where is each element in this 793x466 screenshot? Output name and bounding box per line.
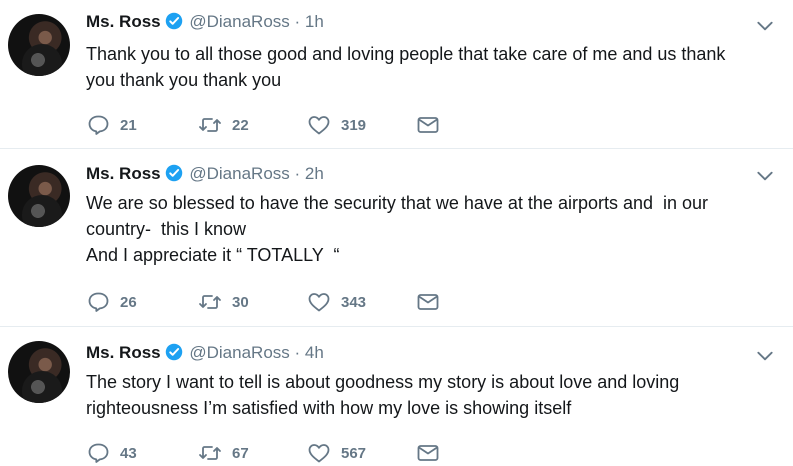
- timestamp[interactable]: 2h: [305, 164, 324, 183]
- retweet-count: 67: [232, 444, 249, 462]
- tweet[interactable]: Ms. Ross @DianaRoss · 4h The story I wan…: [0, 327, 793, 466]
- like-count: 343: [341, 293, 367, 311]
- tweet-text-line: The story I want to tell is about goodne…: [86, 372, 680, 392]
- retweet-count: 30: [232, 293, 249, 311]
- tweet-header: Ms. Ross @DianaRoss · 2h: [86, 164, 324, 184]
- tweet-text-line: We are so blessed to have the security t…: [86, 193, 709, 213]
- tweet-header: Ms. Ross @DianaRoss · 4h: [86, 343, 324, 363]
- reply-icon: [88, 115, 109, 135]
- retweet-icon: [199, 295, 221, 309]
- retweet-button[interactable]: 30: [198, 290, 249, 314]
- direct-message-button[interactable]: [416, 441, 450, 465]
- reply-icon: [88, 443, 109, 463]
- envelope-icon: [417, 294, 439, 310]
- tweet-feed: Ms. Ross @DianaRoss · 1h Thank you to al…: [0, 0, 793, 466]
- chevron-down-icon[interactable]: [755, 166, 775, 186]
- direct-message-button[interactable]: [416, 290, 450, 314]
- tweet-text-line: And I appreciate it “ TOTALLY “: [86, 245, 340, 265]
- envelope-icon: [417, 117, 439, 133]
- tweet[interactable]: Ms. Ross @DianaRoss · 1h Thank you to al…: [0, 0, 793, 149]
- retweet-button[interactable]: 22: [198, 113, 249, 137]
- direct-message-button[interactable]: [416, 113, 450, 137]
- chevron-down-icon[interactable]: [755, 16, 775, 36]
- author-handle[interactable]: @DianaRoss: [189, 12, 289, 31]
- reply-icon: [88, 292, 109, 312]
- tweet-text-line: righteousness I’m satisfied with how my …: [86, 398, 572, 418]
- like-count: 567: [341, 444, 367, 462]
- tweet-text-line: you thank you thank you: [86, 70, 282, 90]
- tweet[interactable]: Ms. Ross @DianaRoss · 2h We are so bless…: [0, 149, 793, 327]
- retweet-count: 22: [232, 116, 249, 134]
- heart-icon: [308, 293, 330, 312]
- tweet-header: Ms. Ross @DianaRoss · 1h: [86, 12, 324, 32]
- like-button[interactable]: 343: [307, 290, 366, 314]
- tweet-text: Thank you to all those good and loving p…: [86, 41, 776, 93]
- timestamp[interactable]: 4h: [305, 343, 324, 362]
- separator-dot: ·: [294, 12, 301, 31]
- retweet-icon: [199, 118, 221, 132]
- author-handle[interactable]: @DianaRoss: [189, 343, 289, 362]
- author-name[interactable]: Ms. Ross: [86, 343, 161, 362]
- reply-count: 21: [120, 116, 137, 134]
- heart-icon: [308, 444, 330, 463]
- like-count: 319: [341, 116, 367, 134]
- author-name[interactable]: Ms. Ross: [86, 164, 161, 183]
- heart-icon: [308, 116, 330, 135]
- separator-dot: ·: [294, 164, 301, 183]
- timestamp[interactable]: 1h: [305, 12, 324, 31]
- reply-button[interactable]: 43: [86, 441, 137, 465]
- author-name[interactable]: Ms. Ross: [86, 12, 161, 31]
- separator-dot: ·: [294, 343, 301, 362]
- retweet-button[interactable]: 67: [198, 441, 249, 465]
- reply-count: 26: [120, 293, 137, 311]
- like-button[interactable]: 567: [307, 441, 366, 465]
- avatar[interactable]: [8, 165, 70, 227]
- verified-badge-icon: [165, 12, 182, 30]
- reply-count: 43: [120, 444, 137, 462]
- chevron-down-icon[interactable]: [755, 346, 775, 366]
- like-button[interactable]: 319: [307, 113, 366, 137]
- verified-badge-icon: [165, 164, 182, 182]
- tweet-text-line: Thank you to all those good and loving p…: [86, 44, 726, 64]
- author-handle[interactable]: @DianaRoss: [189, 164, 289, 183]
- avatar[interactable]: [8, 14, 70, 76]
- verified-badge-icon: [165, 343, 182, 361]
- reply-button[interactable]: 26: [86, 290, 137, 314]
- tweet-text-line: country- this I know: [86, 219, 247, 239]
- avatar[interactable]: [8, 341, 70, 403]
- reply-button[interactable]: 21: [86, 113, 137, 137]
- tweet-text: We are so blessed to have the security t…: [86, 190, 776, 268]
- tweet-text: The story I want to tell is about goodne…: [86, 369, 776, 421]
- retweet-icon: [199, 446, 221, 460]
- envelope-icon: [417, 445, 439, 461]
